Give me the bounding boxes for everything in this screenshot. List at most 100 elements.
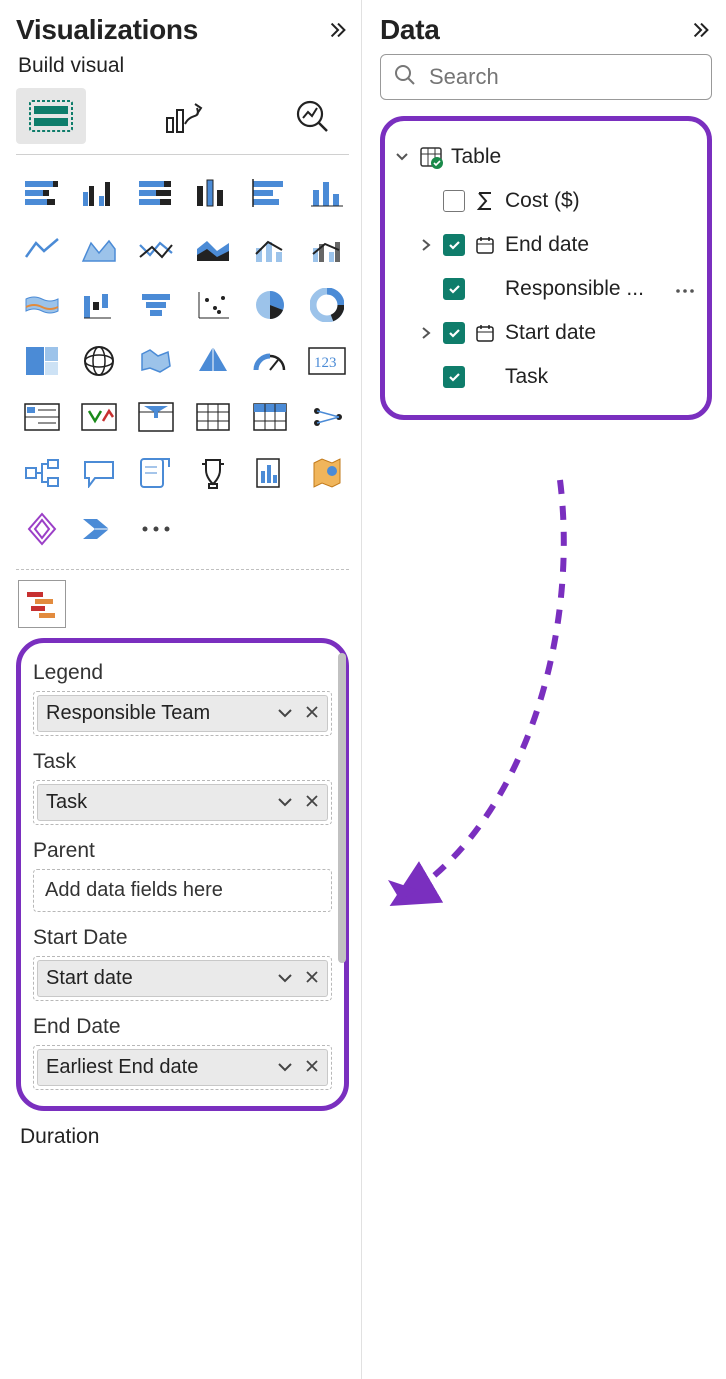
chevron-down-icon[interactable] (277, 1056, 293, 1079)
search-input[interactable] (427, 63, 719, 91)
data-title: Data (380, 14, 440, 46)
well-start-date[interactable]: Start date (33, 956, 332, 1001)
field-wells: Legend Responsible Team Task Task (16, 638, 349, 1111)
viz-slicer-icon[interactable] (132, 393, 180, 441)
well-label-task: Task (33, 750, 332, 774)
viz-scatter-icon[interactable] (189, 281, 237, 329)
viz-pie-icon[interactable] (246, 281, 294, 329)
calendar-icon (473, 323, 497, 343)
well-label-startdate: Start Date (33, 926, 332, 950)
checkbox-checked[interactable] (443, 234, 465, 256)
well-label-duration: Duration (20, 1125, 349, 1149)
viz-clustered-bar-icon[interactable] (189, 169, 237, 217)
field-label: Responsible ... (505, 277, 667, 301)
well-placeholder: Add data fields here (37, 873, 328, 908)
checkbox-checked[interactable] (443, 366, 465, 388)
well-legend[interactable]: Responsible Team (33, 691, 332, 736)
viz-r-icon[interactable] (303, 393, 351, 441)
visual-gallery: 123 (16, 169, 349, 563)
remove-field-icon[interactable] (305, 967, 319, 990)
viz-matrix-icon[interactable] (246, 393, 294, 441)
search-icon (393, 63, 417, 92)
collapse-data-icon[interactable] (690, 19, 712, 41)
viz-narrative-icon[interactable] (189, 449, 237, 497)
tab-build[interactable] (16, 88, 86, 144)
search-box[interactable] (380, 54, 712, 100)
viz-decomposition-icon[interactable] (18, 449, 66, 497)
viz-filled-map-icon[interactable] (132, 337, 180, 385)
viz-stacked-column-icon[interactable] (246, 169, 294, 217)
data-panel: Data Table (362, 0, 726, 1379)
checkbox-checked[interactable] (443, 322, 465, 344)
well-parent[interactable]: Add data fields here (33, 869, 332, 912)
viz-powerautomate-icon[interactable] (75, 505, 123, 553)
viz-combo-1-icon[interactable] (246, 225, 294, 273)
well-label-legend: Legend (33, 661, 332, 685)
visualizations-title: Visualizations (16, 14, 198, 46)
remove-field-icon[interactable] (305, 702, 319, 725)
tab-format[interactable] (148, 88, 218, 144)
viz-ribbon-icon[interactable] (18, 281, 66, 329)
viz-qna-icon[interactable] (75, 449, 123, 497)
field-row-enddate[interactable]: End date (389, 223, 703, 267)
well-task[interactable]: Task (33, 780, 332, 825)
viz-area-stacked-icon[interactable] (189, 225, 237, 273)
viz-line-icon[interactable] (18, 225, 66, 273)
chevron-down-icon[interactable] (393, 150, 411, 164)
chevron-right-icon[interactable] (417, 326, 435, 340)
viz-gauge-icon[interactable] (246, 337, 294, 385)
table-icon (419, 147, 443, 167)
viz-stacked-bar-icon[interactable] (18, 169, 66, 217)
viz-paginated-icon[interactable] (246, 449, 294, 497)
viz-column-icon[interactable] (303, 169, 351, 217)
viz-line-multi-icon[interactable] (132, 225, 180, 273)
data-tree: Table Cost ($) End date Respo (380, 116, 712, 420)
well-field-value: Responsible Team (46, 702, 210, 725)
chevron-down-icon[interactable] (277, 967, 293, 990)
chevron-down-icon[interactable] (277, 791, 293, 814)
table-node[interactable]: Table (389, 135, 703, 179)
viz-kpi-icon[interactable] (75, 393, 123, 441)
chevron-right-icon[interactable] (417, 238, 435, 252)
tab-analytics[interactable] (279, 88, 349, 144)
sigma-icon (473, 190, 497, 212)
viz-donut-icon[interactable] (303, 281, 351, 329)
viz-combo-2-icon[interactable] (303, 225, 351, 273)
field-row-task[interactable]: Task (389, 355, 703, 399)
remove-field-icon[interactable] (305, 1056, 319, 1079)
viz-arcgis-icon[interactable] (303, 449, 351, 497)
table-name: Table (451, 145, 699, 169)
selected-visual-gantt-icon[interactable] (18, 580, 66, 628)
remove-field-icon[interactable] (305, 791, 319, 814)
viz-treemap-icon[interactable] (18, 337, 66, 385)
chevron-down-icon[interactable] (277, 702, 293, 725)
collapse-visualizations-icon[interactable] (327, 19, 349, 41)
viz-powerapps-icon[interactable] (18, 505, 66, 553)
viz-azure-map-icon[interactable] (189, 337, 237, 385)
viz-table-icon[interactable] (189, 393, 237, 441)
well-label-enddate: End Date (33, 1015, 332, 1039)
calendar-icon (473, 235, 497, 255)
field-label: Cost ($) (505, 189, 699, 213)
viz-funnel-icon[interactable] (132, 281, 180, 329)
checkbox-unchecked[interactable] (443, 190, 465, 212)
field-row-responsible[interactable]: Responsible ... (389, 267, 703, 311)
field-row-cost[interactable]: Cost ($) (389, 179, 703, 223)
visualizations-panel: Visualizations Build visual (0, 0, 362, 1379)
field-row-startdate[interactable]: Start date (389, 311, 703, 355)
viz-card-icon[interactable]: 123 (303, 337, 351, 385)
svg-text:123: 123 (314, 355, 337, 371)
viz-stacked-bar-100-icon[interactable] (132, 169, 180, 217)
viz-waterfall-icon[interactable] (75, 281, 123, 329)
more-icon[interactable] (675, 277, 699, 301)
viz-area-icon[interactable] (75, 225, 123, 273)
viz-multicard-icon[interactable] (18, 393, 66, 441)
viz-key-influencer-icon[interactable] (132, 449, 180, 497)
viz-globe-icon[interactable] (75, 337, 123, 385)
wells-scrollbar[interactable] (338, 653, 346, 963)
well-end-date[interactable]: Earliest End date (33, 1045, 332, 1090)
viz-clustered-column-icon[interactable] (75, 169, 123, 217)
checkbox-checked[interactable] (443, 278, 465, 300)
viz-more-icon[interactable] (132, 505, 180, 553)
well-field-value: Start date (46, 967, 133, 990)
